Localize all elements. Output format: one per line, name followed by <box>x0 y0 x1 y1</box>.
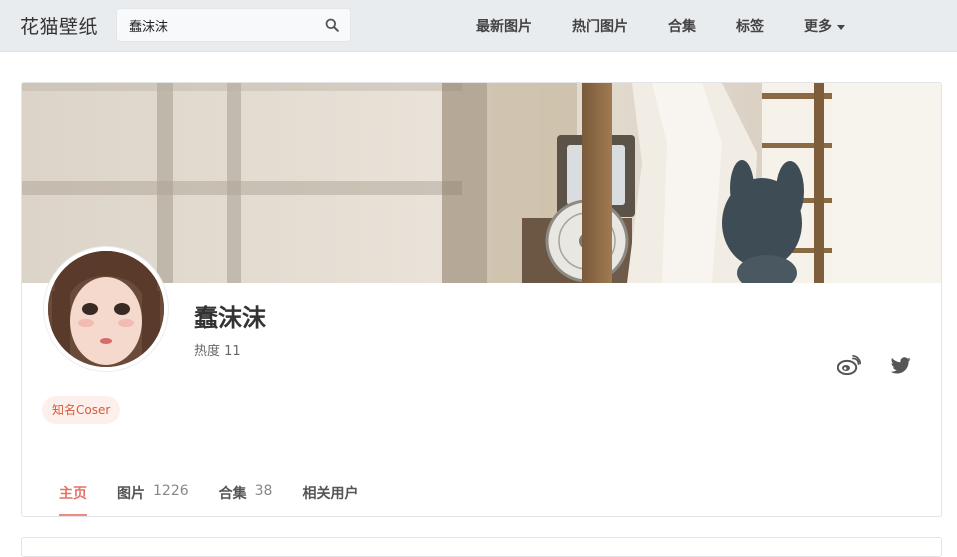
top-navbar: 花猫壁纸 最新图片 热门图片 合集 标签 更多 <box>0 0 957 52</box>
popularity-text: 热度 11 <box>194 344 241 359</box>
tab-label: 相关用户 <box>302 486 359 502</box>
weibo-link[interactable] <box>835 353 863 377</box>
content-card <box>21 537 942 557</box>
profile-name: 蠢沫沫 <box>194 304 266 332</box>
tab-label: 主页 <box>59 486 87 502</box>
profile-tabs: 主页 图片 1226 合集 38 相关用户 <box>44 473 373 516</box>
tab-images[interactable]: 图片 1226 <box>102 473 204 516</box>
search-icon <box>325 18 339 32</box>
caret-down-icon <box>837 24 845 30</box>
nav-label: 标签 <box>736 19 764 35</box>
tab-related-users[interactable]: 相关用户 <box>287 473 373 516</box>
nav-label: 合集 <box>668 19 696 35</box>
tab-collections[interactable]: 合集 38 <box>204 473 288 516</box>
search-button[interactable] <box>314 9 350 41</box>
tab-label: 图片 <box>117 486 145 502</box>
tab-count: 38 <box>254 483 273 499</box>
search-input[interactable] <box>117 9 317 41</box>
twitter-link[interactable] <box>887 353 915 377</box>
nav-more-dropdown[interactable]: 更多 <box>784 16 865 36</box>
profile-card: 蠢沫沫 热度 11 知名Coser 主页 图片 1226 合集 38 相关用户 <box>21 82 942 517</box>
avatar[interactable] <box>44 247 168 371</box>
twitter-icon <box>891 356 911 373</box>
tab-count: 1226 <box>153 483 189 499</box>
nav-label: 热门图片 <box>572 19 628 35</box>
nav-label: 更多 <box>804 19 832 35</box>
nav-collections[interactable]: 合集 <box>648 16 716 36</box>
main-nav: 最新图片 热门图片 合集 标签 更多 <box>456 0 865 52</box>
nav-latest-images[interactable]: 最新图片 <box>456 16 552 36</box>
status-badge: 知名Coser <box>42 396 121 424</box>
profile-banner-image <box>22 83 941 283</box>
tab-home[interactable]: 主页 <box>44 473 102 516</box>
nav-tags[interactable]: 标签 <box>716 16 784 36</box>
avatar-image <box>48 251 164 367</box>
search-box <box>116 8 351 42</box>
tab-label: 合集 <box>218 486 247 502</box>
nav-label: 最新图片 <box>476 19 532 35</box>
site-logo[interactable]: 花猫壁纸 <box>20 12 98 39</box>
nav-popular-images[interactable]: 热门图片 <box>552 16 648 36</box>
weibo-icon <box>837 355 861 375</box>
social-links <box>811 353 915 377</box>
